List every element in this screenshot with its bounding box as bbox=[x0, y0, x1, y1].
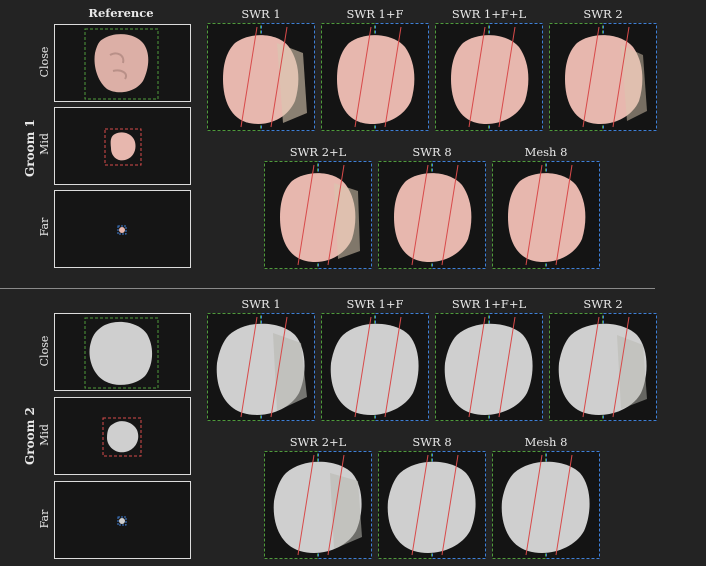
group-divider bbox=[0, 288, 655, 289]
method-header: SWR 1 bbox=[241, 7, 281, 21]
method-header: SWR 1+F bbox=[346, 297, 404, 311]
row-label-far-1: Far bbox=[38, 217, 51, 237]
row-label-mid-1: Mid bbox=[38, 133, 51, 155]
method-header: SWR 2+L bbox=[289, 145, 347, 159]
render-panel bbox=[549, 23, 657, 131]
render-panel bbox=[207, 313, 315, 421]
render-panel bbox=[321, 313, 429, 421]
render-panel bbox=[321, 23, 429, 131]
render-panel bbox=[207, 23, 315, 131]
render-panel bbox=[435, 23, 543, 131]
row-label-close-1: Close bbox=[38, 46, 51, 78]
method-header: SWR 1 bbox=[241, 297, 281, 311]
render-panel bbox=[492, 161, 600, 269]
reference-close-2 bbox=[54, 313, 191, 391]
group-label-2: Groom 2 bbox=[23, 407, 37, 465]
render-panel bbox=[492, 451, 600, 559]
render-panel bbox=[264, 451, 372, 559]
method-header: SWR 2 bbox=[583, 7, 623, 21]
method-header: SWR 8 bbox=[412, 435, 452, 449]
row-label-far-2: Far bbox=[38, 509, 51, 529]
reference-mid-2 bbox=[54, 397, 191, 475]
reference-header: Reference bbox=[88, 6, 154, 20]
method-header: SWR 2 bbox=[583, 297, 623, 311]
method-header: Mesh 8 bbox=[524, 435, 568, 449]
render-panel bbox=[378, 161, 486, 269]
render-panel bbox=[264, 161, 372, 269]
reference-far-1 bbox=[54, 190, 191, 268]
reference-far-2 bbox=[54, 481, 191, 559]
method-header: SWR 1+F+L bbox=[451, 7, 527, 21]
method-header: SWR 8 bbox=[412, 145, 452, 159]
method-header: Mesh 8 bbox=[524, 145, 568, 159]
method-header: SWR 1+F bbox=[346, 7, 404, 21]
render-panel bbox=[378, 451, 486, 559]
row-label-mid-2: Mid bbox=[38, 424, 51, 446]
reference-close-1 bbox=[54, 24, 191, 102]
group-label-1: Groom 1 bbox=[23, 119, 37, 177]
render-panel bbox=[549, 313, 657, 421]
render-panel bbox=[435, 313, 543, 421]
row-label-close-2: Close bbox=[38, 335, 51, 367]
method-header: SWR 2+L bbox=[289, 435, 347, 449]
reference-mid-1 bbox=[54, 107, 191, 185]
method-header: SWR 1+F+L bbox=[451, 297, 527, 311]
